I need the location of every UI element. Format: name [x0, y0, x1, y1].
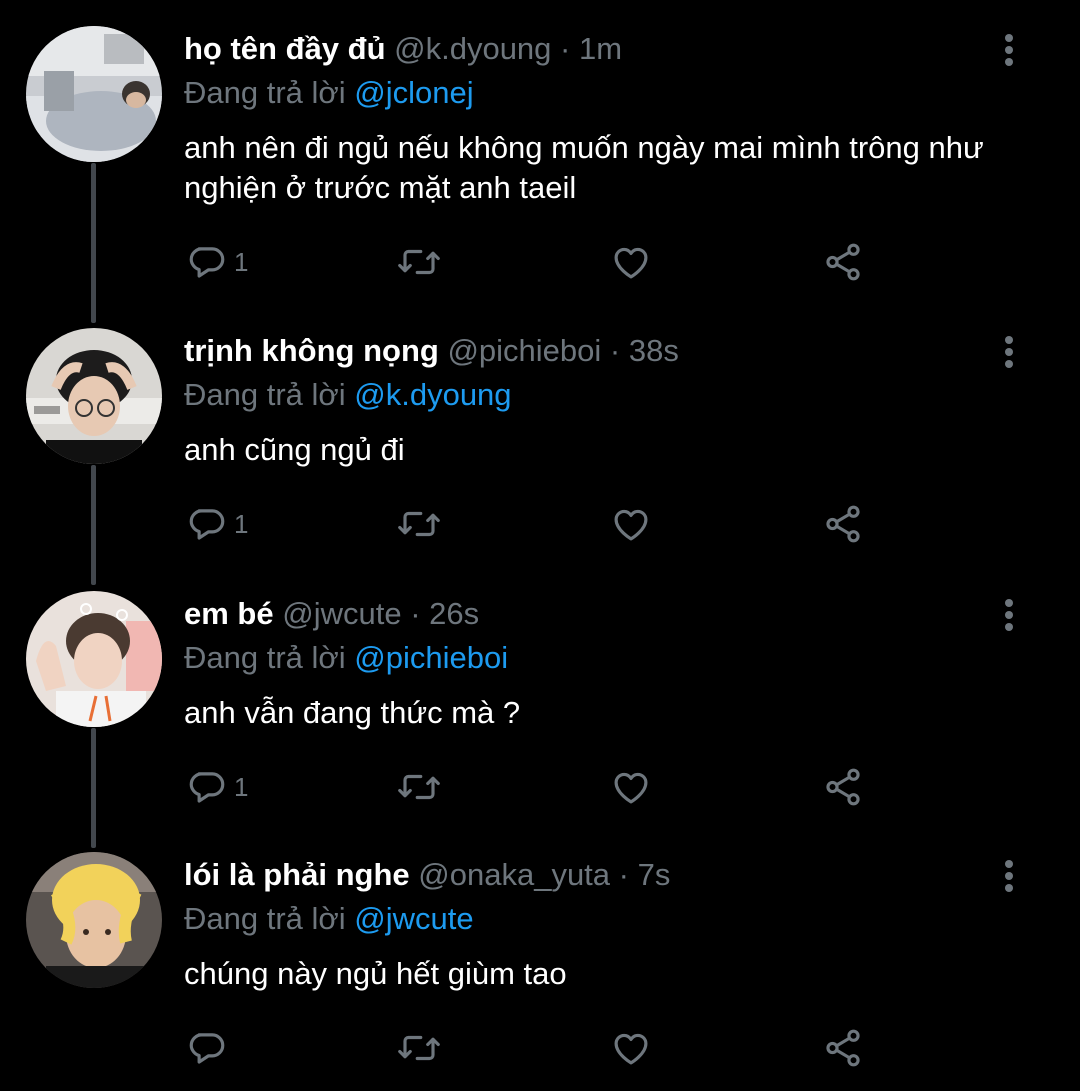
retweet-icon	[398, 249, 440, 275]
tweet-text: anh nên đi ngủ nếu không muốn ngày mai m…	[184, 130, 984, 205]
user-handle[interactable]: @pichieboi	[447, 333, 601, 368]
timestamp[interactable]: 26s	[429, 596, 479, 631]
retweet-button[interactable]	[396, 1025, 442, 1071]
like-button[interactable]	[610, 764, 652, 810]
tweet-header: em bé @jwcute · 26s	[184, 591, 479, 637]
reply-count: 1	[234, 246, 249, 277]
avatar[interactable]	[26, 26, 162, 162]
share-icon	[826, 768, 860, 806]
avatar-image	[26, 591, 162, 727]
display-name[interactable]: trịnh không nọng	[184, 333, 439, 368]
replying-to: Đang trả lời @jclonej	[184, 71, 474, 115]
display-name[interactable]: họ tên đầy đủ	[184, 31, 386, 66]
share-button[interactable]	[822, 1025, 864, 1071]
retweet-button[interactable]	[396, 239, 442, 285]
reply-button[interactable]	[186, 1025, 234, 1071]
user-handle[interactable]: @k.dyoung	[394, 31, 551, 66]
more-options-button[interactable]	[995, 30, 1023, 70]
share-button[interactable]	[822, 239, 864, 285]
replying-to-handle[interactable]: @jwcute	[354, 901, 473, 936]
avatar[interactable]	[26, 328, 162, 464]
more-vertical-icon	[1005, 599, 1013, 631]
user-handle[interactable]: @jwcute	[282, 596, 401, 631]
share-button[interactable]	[822, 764, 864, 810]
heart-icon	[614, 1033, 648, 1065]
like-button[interactable]	[610, 1025, 652, 1071]
action-bar: 1	[186, 764, 886, 810]
tweet-header: trịnh không nọng @pichieboi · 38s	[184, 328, 679, 374]
reply-button[interactable]: 1	[186, 239, 248, 285]
retweet-icon	[398, 511, 440, 537]
separator-dot: ·	[410, 596, 421, 631]
avatar-image	[26, 26, 162, 162]
tweet-text: chúng này ngủ hết giùm tao	[184, 956, 567, 991]
tweet-header: lói là phải nghe @onaka_yuta · 7s	[184, 852, 670, 898]
tweet[interactable]: trịnh không nọng @pichieboi · 38s Đang t…	[0, 328, 1080, 578]
display-name[interactable]: lói là phải nghe	[184, 857, 410, 892]
separator-dot: ·	[609, 333, 621, 368]
share-button[interactable]	[822, 501, 864, 547]
action-bar: 1	[186, 501, 886, 547]
avatar-image	[26, 852, 162, 988]
more-options-button[interactable]	[995, 332, 1023, 372]
like-button[interactable]	[610, 501, 652, 547]
timestamp[interactable]: 1m	[579, 31, 622, 66]
replying-to: Đang trả lời @pichieboi	[184, 636, 508, 680]
more-options-button[interactable]	[995, 595, 1023, 635]
action-bar	[186, 1025, 886, 1071]
reply-count: 1	[234, 508, 249, 539]
reply-bubble-icon	[189, 509, 225, 540]
retweet-icon	[398, 774, 440, 800]
replying-to-label: Đang trả lời	[184, 75, 346, 110]
share-icon	[826, 243, 860, 281]
timestamp[interactable]: 38s	[629, 333, 679, 368]
share-icon	[826, 505, 860, 543]
avatar[interactable]	[26, 591, 162, 727]
avatar-image	[26, 328, 162, 464]
reply-button[interactable]: 1	[186, 501, 248, 547]
heart-icon	[614, 247, 648, 279]
more-options-button[interactable]	[995, 856, 1023, 896]
user-handle[interactable]: @onaka_yuta	[418, 857, 610, 892]
tweet-text: anh cũng ngủ đi	[184, 432, 405, 467]
replying-to-handle[interactable]: @pichieboi	[354, 640, 508, 675]
tweet-text: anh vẫn đang thức mà ?	[184, 695, 521, 730]
reply-count: 1	[234, 771, 249, 802]
tweet-header: họ tên đầy đủ @k.dyoung · 1m	[184, 26, 622, 72]
heart-icon	[614, 772, 648, 804]
like-button[interactable]	[610, 239, 652, 285]
share-icon	[826, 1029, 860, 1067]
replying-to-label: Đang trả lời	[184, 640, 346, 675]
reply-bubble-icon	[189, 772, 225, 803]
replying-to: Đang trả lời @k.dyoung	[184, 373, 512, 417]
action-bar: 1	[186, 239, 886, 285]
reply-bubble-icon	[189, 1033, 225, 1064]
replying-to-label: Đang trả lời	[184, 377, 346, 412]
separator-dot: ·	[560, 31, 571, 66]
more-vertical-icon	[1005, 34, 1013, 66]
reply-button[interactable]: 1	[186, 764, 248, 810]
replying-to-label: Đang trả lời	[184, 901, 346, 936]
retweet-button[interactable]	[396, 764, 442, 810]
display-name[interactable]: em bé	[184, 596, 274, 631]
reply-bubble-icon	[189, 247, 225, 278]
replying-to-handle[interactable]: @k.dyoung	[354, 377, 511, 412]
retweet-button[interactable]	[396, 501, 442, 547]
timestamp[interactable]: 7s	[638, 857, 671, 892]
heart-icon	[614, 509, 648, 541]
more-vertical-icon	[1005, 336, 1013, 368]
replying-to-handle[interactable]: @jclonej	[354, 75, 473, 110]
tweet[interactable]: lói là phải nghe @onaka_yuta · 7s Đang t…	[0, 852, 1080, 1091]
more-vertical-icon	[1005, 860, 1013, 892]
replying-to: Đang trả lời @jwcute	[184, 897, 474, 941]
separator-dot: ·	[618, 857, 629, 892]
retweet-icon	[398, 1035, 440, 1061]
tweet[interactable]: họ tên đầy đủ @k.dyoung · 1m Đang trả lờ…	[0, 26, 1080, 306]
avatar[interactable]	[26, 852, 162, 988]
tweet[interactable]: em bé @jwcute · 26s Đang trả lời @pichie…	[0, 591, 1080, 841]
